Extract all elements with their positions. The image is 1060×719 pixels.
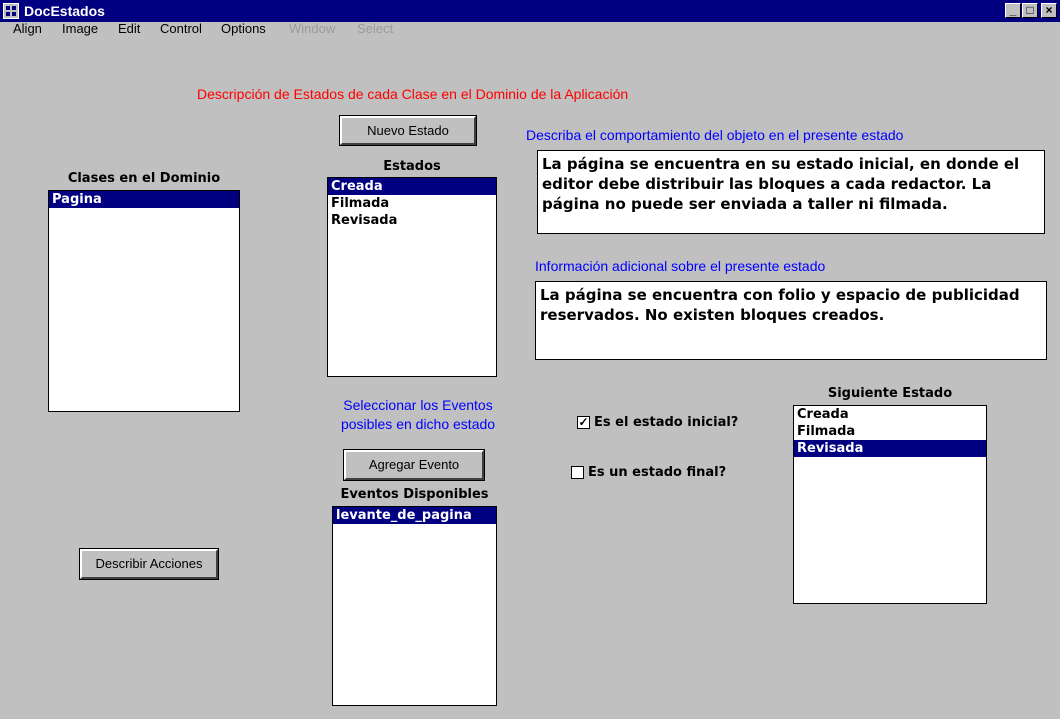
list-item[interactable]: Pagina	[49, 191, 239, 208]
list-item[interactable]: Filmada	[328, 195, 496, 212]
window-title: DocEstados	[24, 3, 105, 19]
list-item[interactable]: Revisada	[794, 440, 986, 457]
list-item[interactable]: Creada	[328, 178, 496, 195]
checkbox-mark[interactable]: ✓	[577, 416, 590, 429]
siguiente-label: Siguiente Estado	[827, 386, 953, 401]
menu-image[interactable]: Image	[62, 21, 98, 37]
clases-label: Clases en el Dominio	[67, 171, 221, 186]
eventos-prompt-line2: posibles en dicho estado	[340, 416, 496, 432]
comportamiento-textarea[interactable]: La página se encuentra en su estado inic…	[537, 150, 1045, 234]
agregar-evento-button[interactable]: Agregar Evento	[343, 449, 485, 481]
estado-inicial-label: Es el estado inicial?	[594, 415, 739, 430]
menu-select: Select	[357, 21, 394, 36]
estados-listbox[interactable]: Creada Filmada Revisada	[327, 177, 497, 377]
eventos-prompt-line1: Seleccionar los Eventos	[343, 397, 493, 413]
list-item[interactable]: Filmada	[794, 423, 986, 440]
estado-final-label: Es un estado final?	[588, 465, 727, 480]
close-button[interactable]: ×	[1041, 3, 1057, 18]
list-item[interactable]: Creada	[794, 406, 986, 423]
comportamiento-label: Describa el comportamiento del objeto en…	[526, 127, 904, 143]
app-icon[interactable]	[3, 3, 19, 19]
menu-options[interactable]: Options	[221, 21, 266, 37]
info-adicional-textarea[interactable]: La página se encuentra con folio y espac…	[535, 281, 1047, 360]
menu-control[interactable]: Control	[160, 21, 202, 37]
eventos-listbox[interactable]: levante_de_pagina	[332, 506, 497, 706]
checkbox-box[interactable]	[571, 466, 584, 479]
menu-edit[interactable]: Edit	[118, 21, 140, 37]
minimize-button[interactable]: _	[1005, 3, 1021, 18]
page-heading: Descripción de Estados de cada Clase en …	[197, 86, 629, 102]
siguiente-listbox[interactable]: Creada Filmada Revisada	[793, 405, 987, 604]
title-bar[interactable]: DocEstados _ □ ×	[0, 0, 1060, 22]
maximize-button[interactable]: □	[1022, 3, 1038, 18]
eventos-prompt: Seleccionar los Eventos posibles en dich…	[308, 396, 528, 434]
estados-label: Estados	[383, 159, 441, 174]
describir-acciones-button[interactable]: Describir Acciones	[79, 548, 219, 580]
menu-window: Window	[289, 21, 336, 36]
clases-listbox[interactable]: Pagina	[48, 190, 240, 412]
menu-align[interactable]: Align	[13, 21, 42, 37]
info-adicional-label: Información adicional sobre el presente …	[535, 258, 826, 274]
eventos-label: Eventos Disponibles	[340, 487, 489, 502]
nuevo-estado-button[interactable]: Nuevo Estado	[339, 115, 477, 146]
list-item[interactable]: Revisada	[328, 212, 496, 229]
list-item[interactable]: levante_de_pagina	[333, 507, 496, 524]
